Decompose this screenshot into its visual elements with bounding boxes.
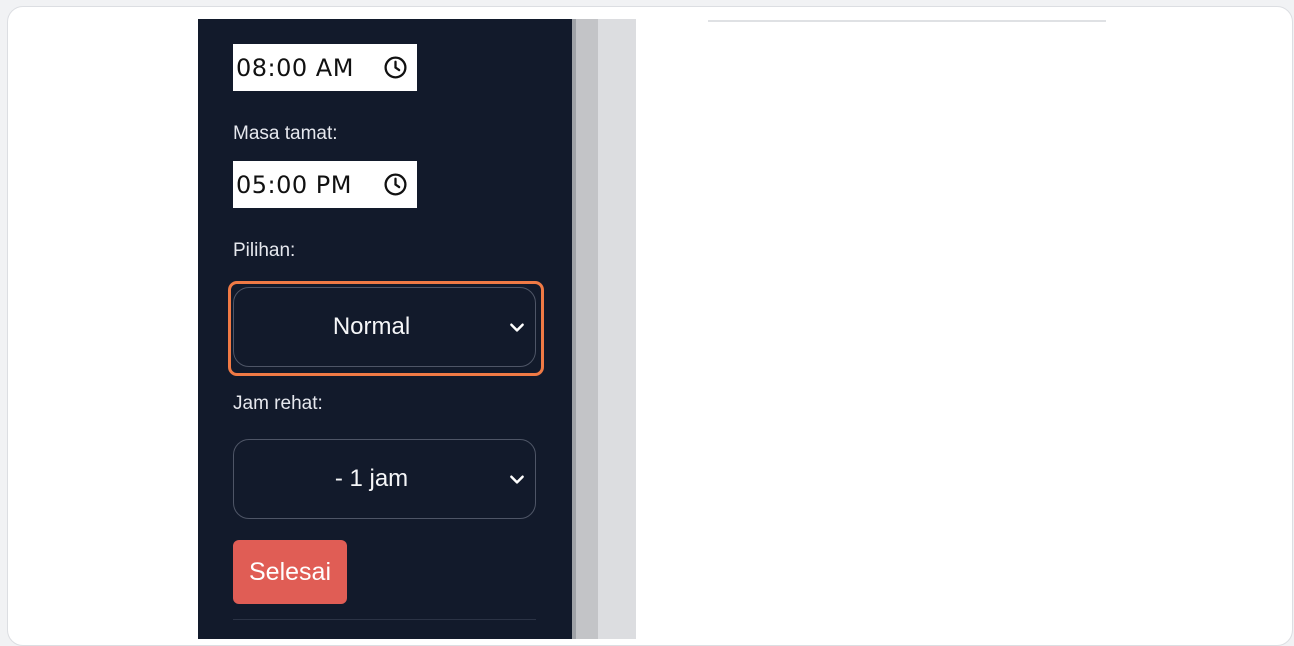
start-time-label-clipped [233, 10, 238, 20]
divider-line [708, 20, 1106, 22]
start-time-value: 08:00 AM [236, 53, 354, 82]
end-time-input[interactable]: 05:00 PM [233, 161, 417, 208]
start-time-input[interactable]: 08:00 AM [233, 44, 417, 91]
window-edge [598, 19, 636, 639]
clock-icon[interactable] [383, 55, 408, 80]
option-select[interactable]: Normal [233, 287, 536, 367]
break-label: Jam rehat: [233, 393, 323, 414]
break-select[interactable]: - 1 jam [233, 439, 536, 519]
option-select-value: Normal [332, 313, 411, 340]
settings-panel: 08:00 AM Masa tamat: 05:00 PM Pilihan: N… [198, 19, 572, 639]
chevron-down-icon [510, 323, 524, 332]
end-time-label: Masa tamat: [233, 123, 338, 144]
scrollbar-track[interactable] [576, 19, 598, 639]
end-time-value: 05:00 PM [236, 170, 352, 199]
clock-icon[interactable] [383, 172, 408, 197]
screenshot-frame: 08:00 AM Masa tamat: 05:00 PM Pilihan: N… [7, 6, 1293, 646]
submit-button[interactable]: Selesai [233, 540, 347, 604]
option-label: Pilihan: [233, 240, 296, 261]
break-select-value: - 1 jam [334, 465, 409, 492]
chevron-down-icon [510, 475, 524, 484]
divider-line [233, 619, 536, 620]
